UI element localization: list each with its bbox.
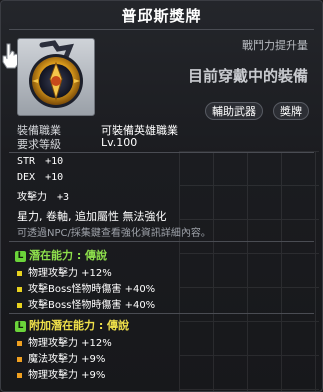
power-change-label: 戰鬥力提升量 [242, 39, 308, 52]
bonus-potential-header: L 附加潛在能力 : 傳說 [15, 317, 129, 333]
bullet-icon [17, 340, 22, 346]
stat-value: +3 [57, 192, 70, 203]
enhance-note: 星力, 卷軸, 追加屬性 無法強化 [17, 210, 167, 223]
potential-line: 攻擊Boss怪物時傷害 +40% [17, 296, 155, 311]
requirements-divider [9, 152, 314, 153]
bullet-icon [17, 372, 22, 378]
legendary-badge-icon: L [15, 250, 26, 262]
potential-divider [9, 241, 314, 242]
potential-header: L 潛在能力 : 傳說 [15, 247, 107, 263]
stat-attack: 攻擊力 +3 [17, 188, 69, 203]
npc-note: 可透過NPC/採集鍵查看強化資訊詳細內容。 [17, 228, 211, 239]
item-icon-frame [17, 38, 95, 116]
title-divider [9, 29, 314, 30]
tag-medal: 獎牌 [273, 102, 309, 120]
bullet-icon [17, 302, 22, 308]
bonus-potential-line: 物理攻擊力 +9% [17, 366, 105, 381]
bullet-icon [17, 356, 22, 362]
stat-dex: DEX +10 [17, 172, 63, 183]
background-inventory-grid [179, 151, 319, 391]
bonus-potential-line-text: 魔法攻擊力 +9% [28, 354, 106, 365]
equipped-label: 目前穿戴中的裝備 [187, 67, 308, 85]
bonus-potential-line-text: 物理攻擊力 +9% [28, 370, 106, 381]
bonus-potential-label: 附加潛在能力 : 傳說 [29, 319, 130, 332]
potential-line-text: 攻擊Boss怪物時傷害 +40% [28, 300, 156, 311]
potential-line-text: 物理攻擊力 +12% [28, 268, 112, 279]
stat-name: 攻擊力 [17, 192, 47, 203]
stat-str: STR +10 [17, 156, 63, 167]
bonus-potential-divider [9, 313, 314, 314]
potential-line-text: 攻擊Boss怪物時傷害 +40% [28, 284, 156, 295]
stat-name: DEX [17, 172, 36, 183]
stat-value: +10 [45, 172, 64, 183]
potential-line: 物理攻擊力 +12% [17, 264, 112, 279]
item-name: 普邱斯獎牌 [121, 7, 202, 25]
level-requirement-label: 要求等級 [17, 138, 61, 151]
stat-value: +10 [45, 156, 64, 167]
bonus-potential-line: 魔法攻擊力 +9% [17, 350, 105, 365]
tag-subweapon: 輔助武器 [205, 102, 263, 120]
potential-line: 攻擊Boss怪物時傷害 +40% [17, 280, 155, 295]
bonus-potential-line: 物理攻擊力 +12% [17, 334, 112, 349]
stat-name: STR [17, 156, 36, 167]
item-tooltip: 普邱斯獎牌 戰鬥力提升量 目前穿戴中的裝備 輔助武器 獎牌 裝備職業 可裝備英雄… [0, 0, 323, 392]
medal-icon [29, 40, 83, 108]
bullet-icon [17, 286, 22, 292]
potential-label: 潛在能力 : 傳說 [29, 249, 108, 262]
legendary-badge-icon: L [15, 320, 26, 332]
bonus-potential-line-text: 物理攻擊力 +12% [28, 338, 112, 349]
level-requirement-value: Lv.100 [101, 136, 138, 149]
bullet-icon [17, 270, 22, 276]
